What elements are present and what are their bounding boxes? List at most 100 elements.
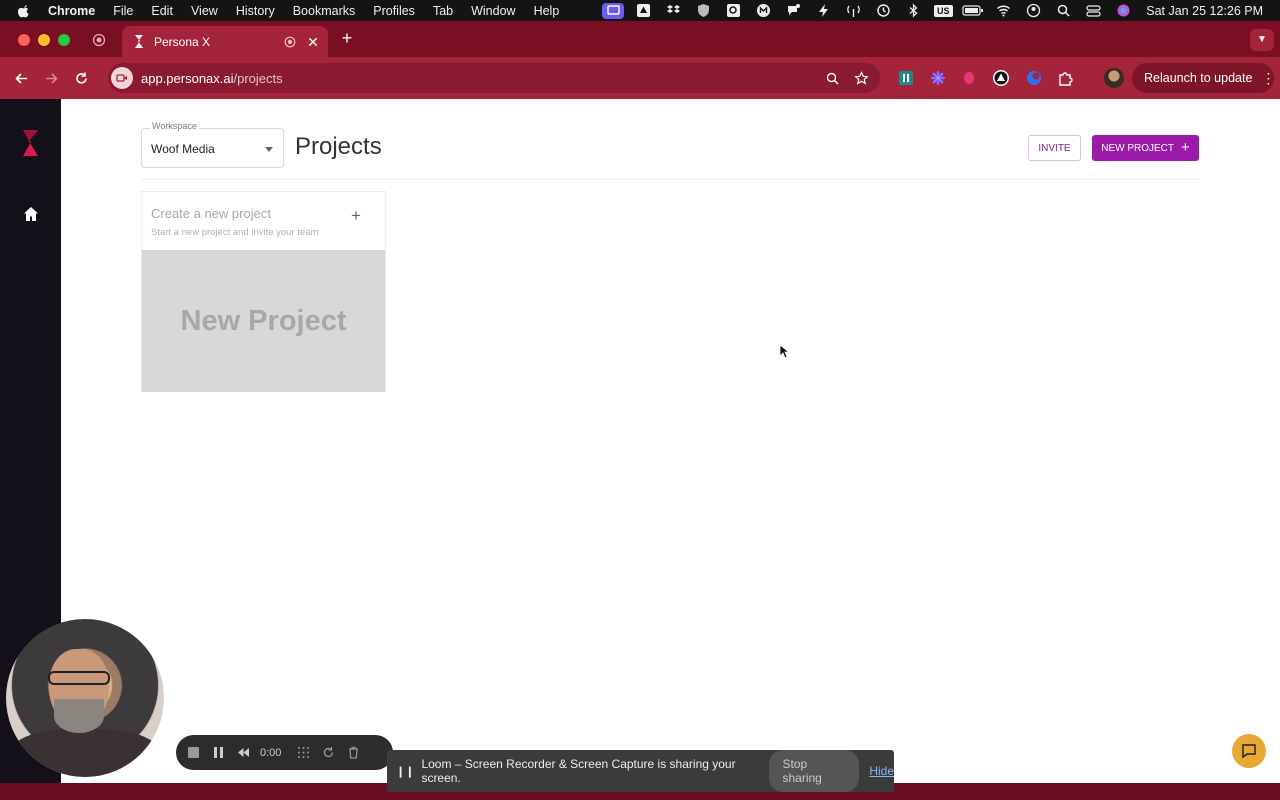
rewind-icon[interactable] xyxy=(235,745,251,761)
loom-camera-bubble[interactable] xyxy=(6,619,164,777)
browser-toolbar: app.personax.ai/projects Relaunch to upd… xyxy=(0,57,1280,99)
support-chat-button[interactable] xyxy=(1232,734,1266,768)
menu-edit[interactable]: Edit xyxy=(151,4,173,18)
notification-icon[interactable] xyxy=(782,3,804,19)
bluetooth-icon[interactable] xyxy=(902,3,924,19)
close-window-button[interactable] xyxy=(18,34,30,46)
relaunch-label: Relaunch to update xyxy=(1144,71,1253,85)
extension-blue-icon[interactable] xyxy=(1024,68,1044,88)
zoom-window-button[interactable] xyxy=(58,34,70,46)
tab-recording-icon xyxy=(284,36,296,47)
reload-icon[interactable] xyxy=(72,69,90,87)
m-app-icon[interactable] xyxy=(752,3,774,19)
battery-icon[interactable] xyxy=(962,3,984,19)
persona-x-logo-icon[interactable] xyxy=(22,130,39,156)
address-url[interactable]: app.personax.ai/projects xyxy=(141,71,822,86)
user-account-icon[interactable] xyxy=(1022,3,1044,19)
url-path: /projects xyxy=(233,70,283,86)
macos-menu-bar: Chrome File Edit View History Bookmarks … xyxy=(0,0,1280,21)
menu-profiles[interactable]: Profiles xyxy=(373,4,415,18)
drive-icon[interactable] xyxy=(632,3,654,19)
close-tab-icon[interactable]: ✕ xyxy=(304,33,322,51)
menu-tab[interactable]: Tab xyxy=(433,4,453,18)
recording-timer: 0:00 xyxy=(260,746,282,759)
workspace-select[interactable]: Workspace Woof Media xyxy=(141,121,284,168)
extension-teal-icon[interactable] xyxy=(896,68,916,88)
loom-recording-controls: 0:00 xyxy=(176,735,393,770)
tab-persona-x[interactable]: Persona X ✕ xyxy=(122,26,328,57)
chat-icon xyxy=(1242,744,1256,759)
menu-history[interactable]: History xyxy=(236,4,275,18)
mouse-cursor-icon xyxy=(779,344,789,359)
profile-avatar[interactable] xyxy=(1104,68,1124,88)
extension-pink-icon[interactable] xyxy=(959,68,979,88)
bookmark-star-icon[interactable] xyxy=(851,68,871,88)
menubar-clock[interactable]: Sat Jan 25 12:26 PM xyxy=(1146,4,1263,18)
camera-person-beard xyxy=(54,699,104,733)
dropbox-icon[interactable] xyxy=(662,3,684,19)
relaunch-to-update-button[interactable]: Relaunch to update ⋮ xyxy=(1132,63,1275,93)
screen-share-status-icon[interactable] xyxy=(602,2,625,19)
new-tab-icon[interactable]: + xyxy=(338,29,356,47)
menu-bookmarks[interactable]: Bookmarks xyxy=(293,4,356,18)
grid-icon[interactable] xyxy=(295,745,311,761)
delete-recording-icon[interactable] xyxy=(345,745,361,761)
wifi-icon[interactable] xyxy=(992,3,1014,19)
stop-sharing-button[interactable]: Stop sharing xyxy=(769,750,860,792)
forward-icon[interactable] xyxy=(42,69,60,87)
time-machine-icon[interactable] xyxy=(872,3,894,19)
menu-view[interactable]: View xyxy=(191,4,218,18)
address-bar[interactable]: app.personax.ai/projects xyxy=(108,63,880,93)
siri-icon[interactable] xyxy=(1112,3,1134,19)
extension-sparkle-icon[interactable] xyxy=(928,68,948,88)
workspace-label: Workspace xyxy=(150,121,199,131)
dropdown-caret-icon xyxy=(265,147,273,152)
window-controls xyxy=(18,34,70,46)
hide-sharing-bar-link[interactable]: Hide xyxy=(869,764,894,778)
minimize-window-button[interactable] xyxy=(38,34,50,46)
home-icon[interactable] xyxy=(23,206,39,222)
sharing-pause-icon: ❙❙ xyxy=(396,765,415,778)
spotlight-search-icon[interactable] xyxy=(1052,3,1074,19)
apple-logo-icon[interactable] xyxy=(17,4,31,18)
add-project-icon[interactable]: + xyxy=(349,207,363,224)
chrome-window: Persona X ✕ + ▼ app.personax.ai/projects… xyxy=(0,21,1280,800)
card-thumbnail[interactable]: New Project xyxy=(142,250,385,392)
antenna-icon[interactable] xyxy=(842,3,864,19)
keyboard-layout-icon[interactable]: US xyxy=(932,3,954,19)
restart-icon[interactable] xyxy=(320,745,336,761)
more-menu-icon[interactable]: ⋮ xyxy=(1261,70,1275,87)
extensions-puzzle-icon[interactable] xyxy=(1056,68,1076,88)
keyboard-layout-label: US xyxy=(933,4,953,17)
shield-icon[interactable] xyxy=(692,3,714,19)
tab-search-icon[interactable]: ▼ xyxy=(1250,29,1274,51)
bolt-icon[interactable] xyxy=(812,3,834,19)
zoom-search-icon[interactable] xyxy=(822,68,842,88)
menu-chrome[interactable]: Chrome xyxy=(48,4,95,18)
recording-tab-icon[interactable] xyxy=(92,33,106,47)
url-host: app.personax.ai xyxy=(141,70,234,86)
camera-person-glasses xyxy=(48,671,110,685)
tab-strip: Persona X ✕ + ▼ xyxy=(0,21,1280,57)
search-app-icon[interactable] xyxy=(722,3,744,19)
back-icon[interactable] xyxy=(12,69,30,87)
menu-window[interactable]: Window xyxy=(471,4,515,18)
menu-file[interactable]: File xyxy=(113,4,133,18)
pause-recording-icon[interactable] xyxy=(210,745,226,761)
header-divider xyxy=(141,179,1199,180)
page-title: Projects xyxy=(295,133,382,160)
stop-recording-icon[interactable] xyxy=(185,745,201,761)
create-project-card[interactable]: Create a new project Start a new project… xyxy=(141,191,386,392)
site-info-camera-icon[interactable] xyxy=(111,67,133,89)
thumbnail-text: New Project xyxy=(180,304,347,337)
screen-sharing-bar: ❙❙ Loom – Screen Recorder & Screen Captu… xyxy=(387,750,894,792)
new-project-button[interactable]: NEW PROJECT + xyxy=(1092,135,1199,161)
card-title: Create a new project xyxy=(151,206,271,221)
menu-help[interactable]: Help xyxy=(534,4,560,18)
workspace-value: Woof Media xyxy=(151,142,215,156)
tab-title: Persona X xyxy=(154,34,211,49)
card-subtitle: Start a new project and invite your team xyxy=(151,227,319,238)
invite-button[interactable]: INVITE xyxy=(1028,135,1081,161)
control-center-icon[interactable] xyxy=(1082,3,1104,19)
extension-triangle-icon[interactable] xyxy=(991,68,1011,88)
